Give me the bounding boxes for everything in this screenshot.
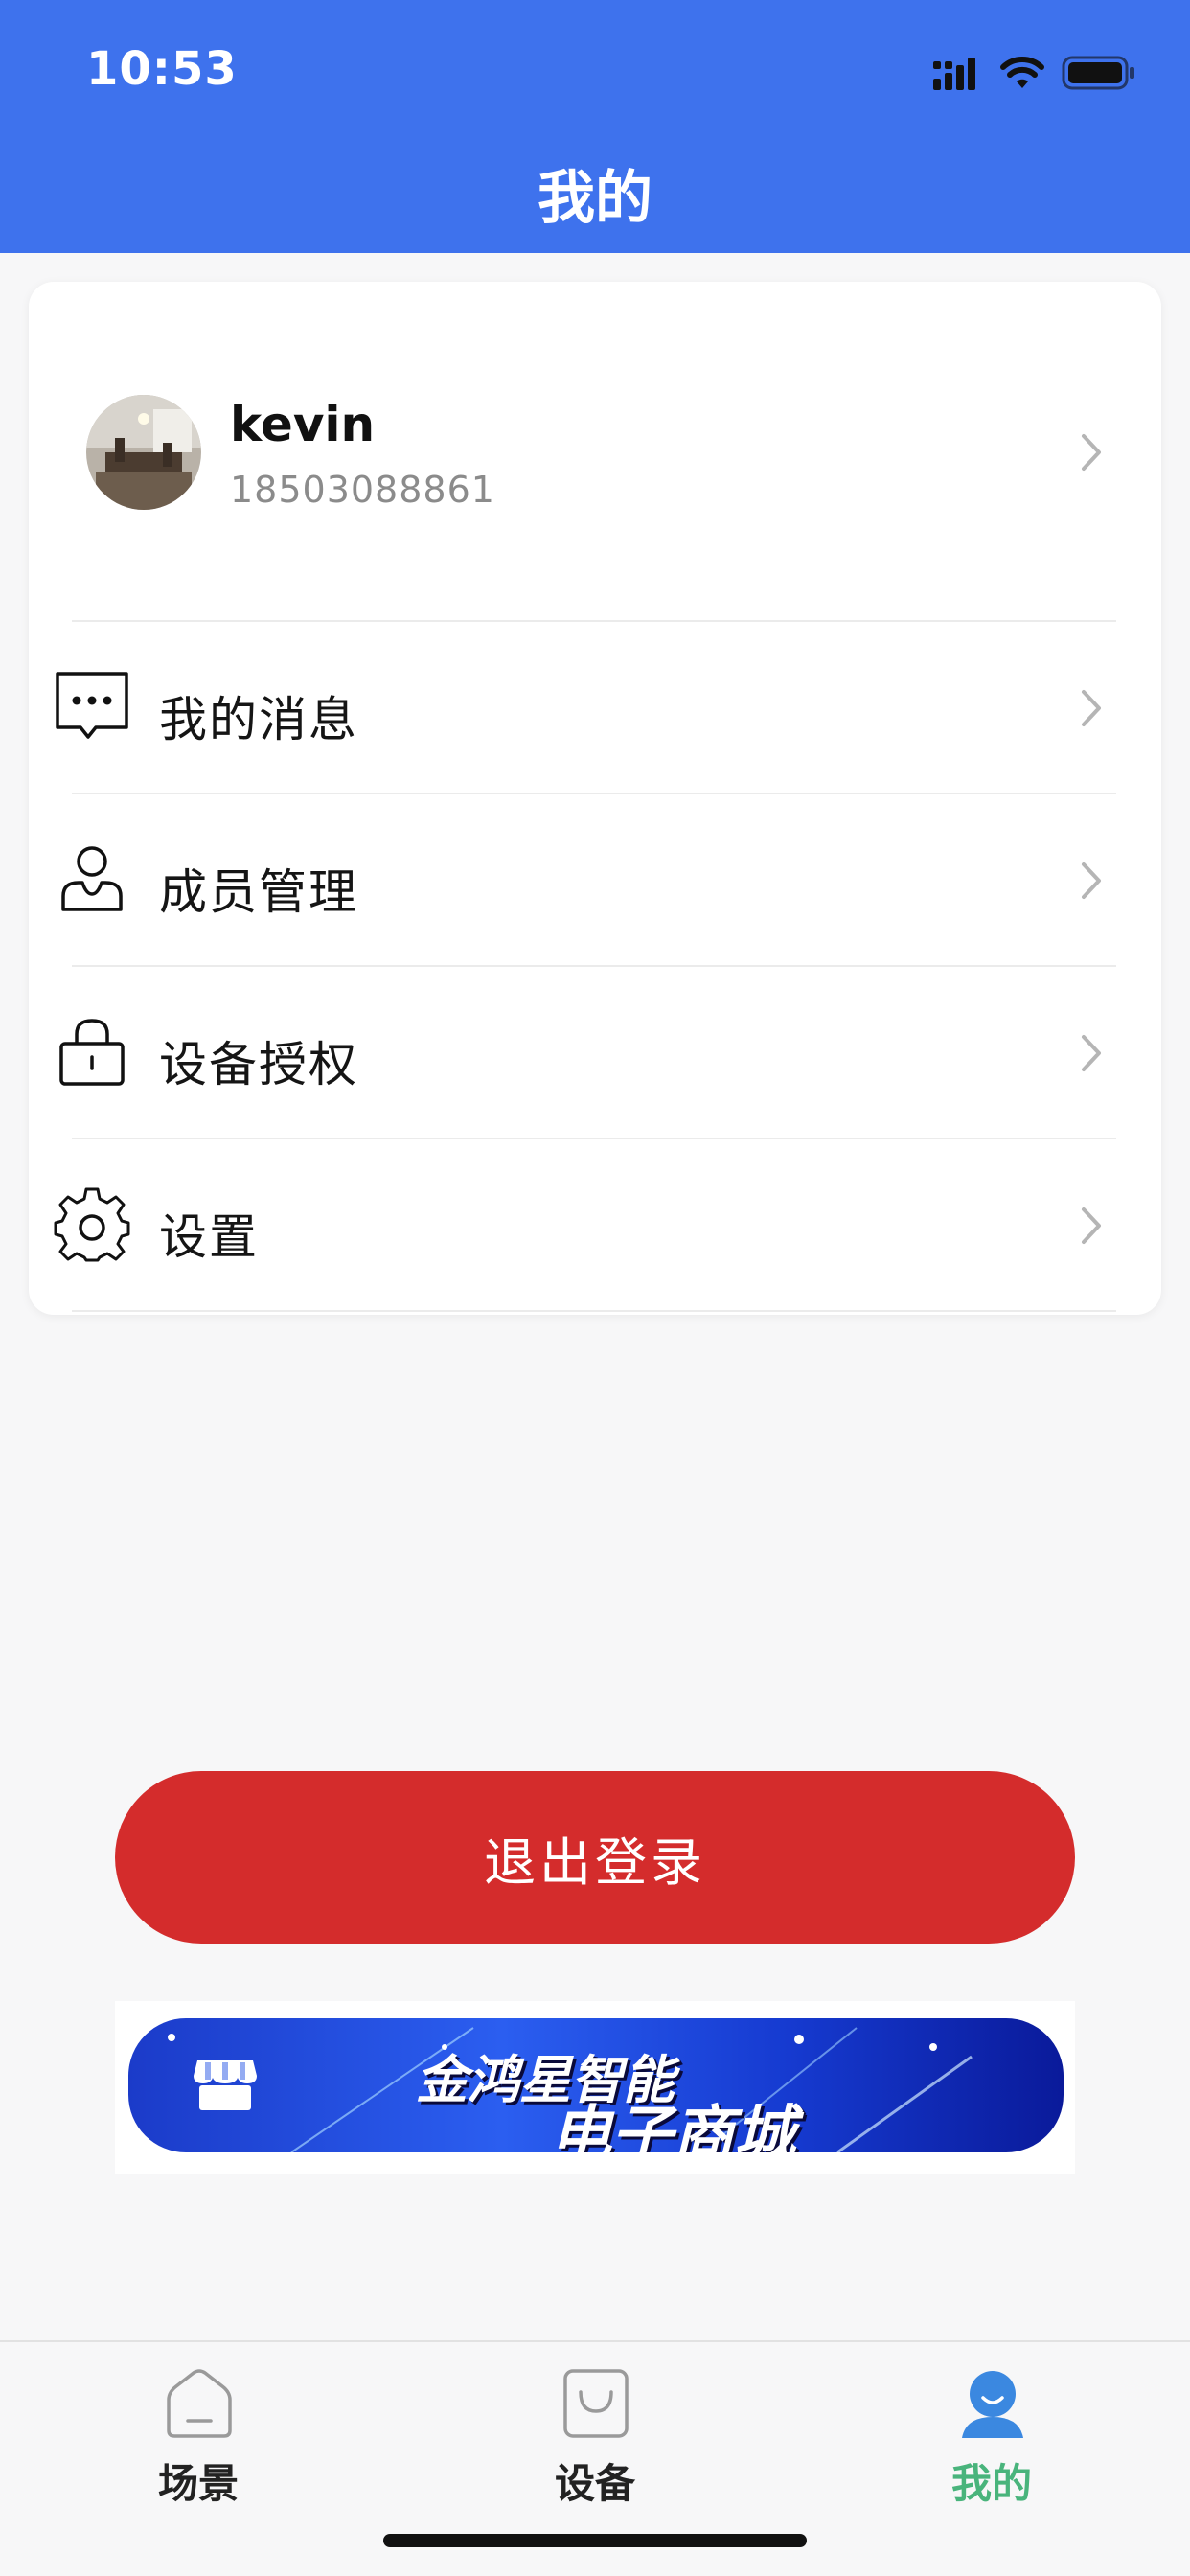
status-icons xyxy=(933,54,1136,92)
menu-label: 设备授权 xyxy=(159,1037,358,1092)
chevron-right-icon xyxy=(1082,1035,1101,1071)
tab-label: 设备 xyxy=(554,2460,635,2507)
menu-item-device-authorization[interactable]: 设备授权 xyxy=(29,967,1161,1139)
page-title: 我的 xyxy=(538,165,652,232)
tab-devices[interactable]: 设备 xyxy=(397,2342,793,2534)
status-time: 10:53 xyxy=(86,42,238,96)
cellular-signal-icon xyxy=(933,58,975,90)
menu-item-messages[interactable]: 我的消息 xyxy=(29,622,1161,794)
message-icon xyxy=(56,672,128,739)
menu-item-settings[interactable]: 设置 xyxy=(29,1139,1161,1312)
profile-row[interactable]: kevin 18503088861 xyxy=(29,282,1161,622)
chevron-right-icon xyxy=(1082,862,1101,899)
tab-label: 我的 xyxy=(950,2460,1032,2507)
menu-label: 成员管理 xyxy=(159,864,358,920)
home-indicator xyxy=(383,2534,807,2547)
user-icon xyxy=(962,2371,1023,2438)
avatar xyxy=(86,395,201,510)
phone-number: 18503088861 xyxy=(230,469,495,511)
wifi-icon xyxy=(1000,57,1044,88)
header-bar: 10:53 我的 xyxy=(0,0,1190,253)
menu-label: 我的消息 xyxy=(159,692,358,748)
tab-mine[interactable]: 我的 xyxy=(793,2342,1190,2534)
menu-label: 设置 xyxy=(159,1209,259,1265)
battery-icon xyxy=(1062,56,1134,90)
store-icon xyxy=(194,2060,257,2110)
username: kevin xyxy=(230,397,376,452)
member-icon xyxy=(61,846,123,911)
chevron-right-icon xyxy=(1082,690,1101,726)
chevron-right-icon xyxy=(1082,434,1101,471)
banner-subtitle: 电子商城 xyxy=(550,2100,795,2152)
menu-item-members[interactable]: 成员管理 xyxy=(29,794,1161,967)
mall-banner-image: 金鸿星智能 电子商城 xyxy=(128,2018,1064,2152)
home-icon xyxy=(167,2369,232,2438)
lock-icon xyxy=(59,1019,125,1086)
profile-menu-card: kevin 18503088861 我的消息 成员管理 设备授权 设置 xyxy=(29,282,1161,1315)
bag-icon xyxy=(563,2369,629,2438)
chevron-right-icon xyxy=(1082,1208,1101,1244)
logout-button[interactable]: 退出登录 xyxy=(115,1771,1075,1944)
tab-label: 场景 xyxy=(157,2460,239,2507)
gear-icon xyxy=(54,1187,130,1262)
divider xyxy=(72,1310,1116,1312)
mall-banner[interactable]: 金鸿星智能 电子商城 xyxy=(115,2001,1075,2174)
tab-scenes[interactable]: 场景 xyxy=(0,2342,397,2534)
